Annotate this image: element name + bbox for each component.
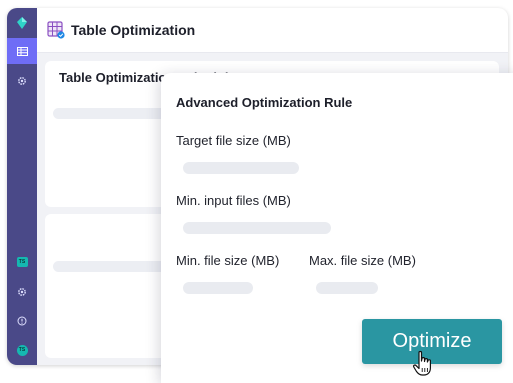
target-file-size-label: Target file size (MB) [176,133,291,148]
gear-icon[interactable] [7,68,37,94]
table-icon[interactable] [7,38,37,64]
window-header: Table Optimization [37,8,508,53]
max-file-size-label: Max. file size (MB) [309,253,416,268]
page-title: Table Optimization [71,22,196,38]
hand-pointer-cursor-icon [412,350,436,382]
diamond-logo-icon[interactable] [7,10,37,36]
sidebar: TS TS [7,8,37,365]
min-input-files-input[interactable] [183,222,331,234]
ts-badge-icon[interactable]: TS [7,249,37,275]
target-file-size-input[interactable] [183,162,299,174]
min-file-size-label: Min. file size (MB) [176,253,280,268]
table-optimization-logo-icon [47,21,65,39]
avatar-icon[interactable]: TS [7,337,37,363]
panel-title: Advanced Optimization Rule [176,95,353,110]
min-file-size-input[interactable] [183,282,253,294]
max-file-size-input[interactable] [316,282,378,294]
help-icon[interactable] [7,308,37,334]
gear-icon[interactable] [7,279,37,305]
min-input-files-label: Min. input files (MB) [176,193,291,208]
